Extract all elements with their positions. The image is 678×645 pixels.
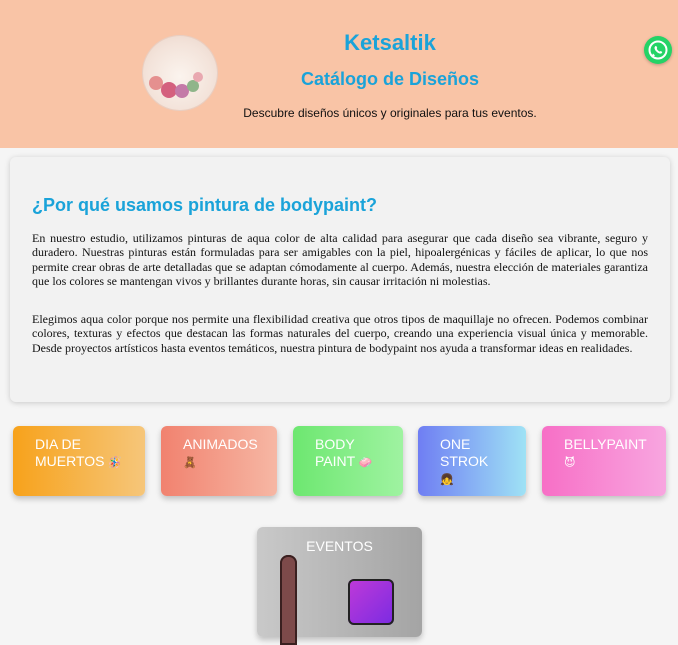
- category-eventos-button[interactable]: EVENTOS: [257, 527, 422, 645]
- site-tagline: Descubre diseños únicos y originales par…: [243, 106, 537, 120]
- about-paragraph: En nuestro estudio, utilizamos pinturas …: [32, 231, 648, 289]
- whatsapp-icon[interactable]: [644, 36, 672, 64]
- category-label: ANIMADOS: [183, 436, 258, 452]
- about-paragraph: Elegimos aqua color porque nos permite u…: [32, 312, 648, 355]
- category-label: STROK: [440, 453, 489, 469]
- category-label: MUERTOS: [35, 453, 105, 469]
- category-one-strok-button[interactable]: ONE STROK 👧: [418, 426, 526, 496]
- category-label: ONE: [440, 436, 471, 452]
- site-title: Ketsaltik: [344, 30, 436, 55]
- category-dia-de-muertos-button[interactable]: DIA DE MUERTOS 🪅: [13, 426, 145, 496]
- site-subtitle: Catálogo de Diseños: [300, 69, 480, 89]
- ketsaltik-logo[interactable]: [143, 36, 217, 110]
- girl-face-icon: 👧: [440, 474, 454, 486]
- devil-face-icon: 😈: [564, 457, 576, 469]
- papel-picado-icon: 🪅: [108, 457, 123, 469]
- category-label: PAINT: [315, 453, 355, 469]
- about-heading: ¿Por qué usamos pintura de bodypaint?: [32, 195, 378, 215]
- flower-decoration-icon: [193, 72, 203, 82]
- category-label: BODY: [315, 436, 355, 452]
- category-bellypaint-button[interactable]: BELLYPAINT 😈: [542, 426, 666, 496]
- palette-icon: [348, 579, 394, 625]
- category-label: DIA DE: [35, 436, 81, 452]
- soap-icon: 🧼: [358, 457, 373, 469]
- category-label: BELLYPAINT: [564, 436, 647, 452]
- about-card: ¿Por qué usamos pintura de bodypaint? En…: [10, 157, 670, 402]
- category-animados-button[interactable]: ANIMADOS 🧸: [161, 426, 277, 496]
- paintbrush-icon: [280, 555, 297, 645]
- category-label: EVENTOS: [306, 538, 373, 554]
- gingerbread-icon: 🧸: [183, 457, 197, 469]
- category-body-paint-button[interactable]: BODY PAINT 🧼: [293, 426, 403, 496]
- site-header: Ketsaltik Catálogo de Diseños Descubre d…: [0, 0, 678, 148]
